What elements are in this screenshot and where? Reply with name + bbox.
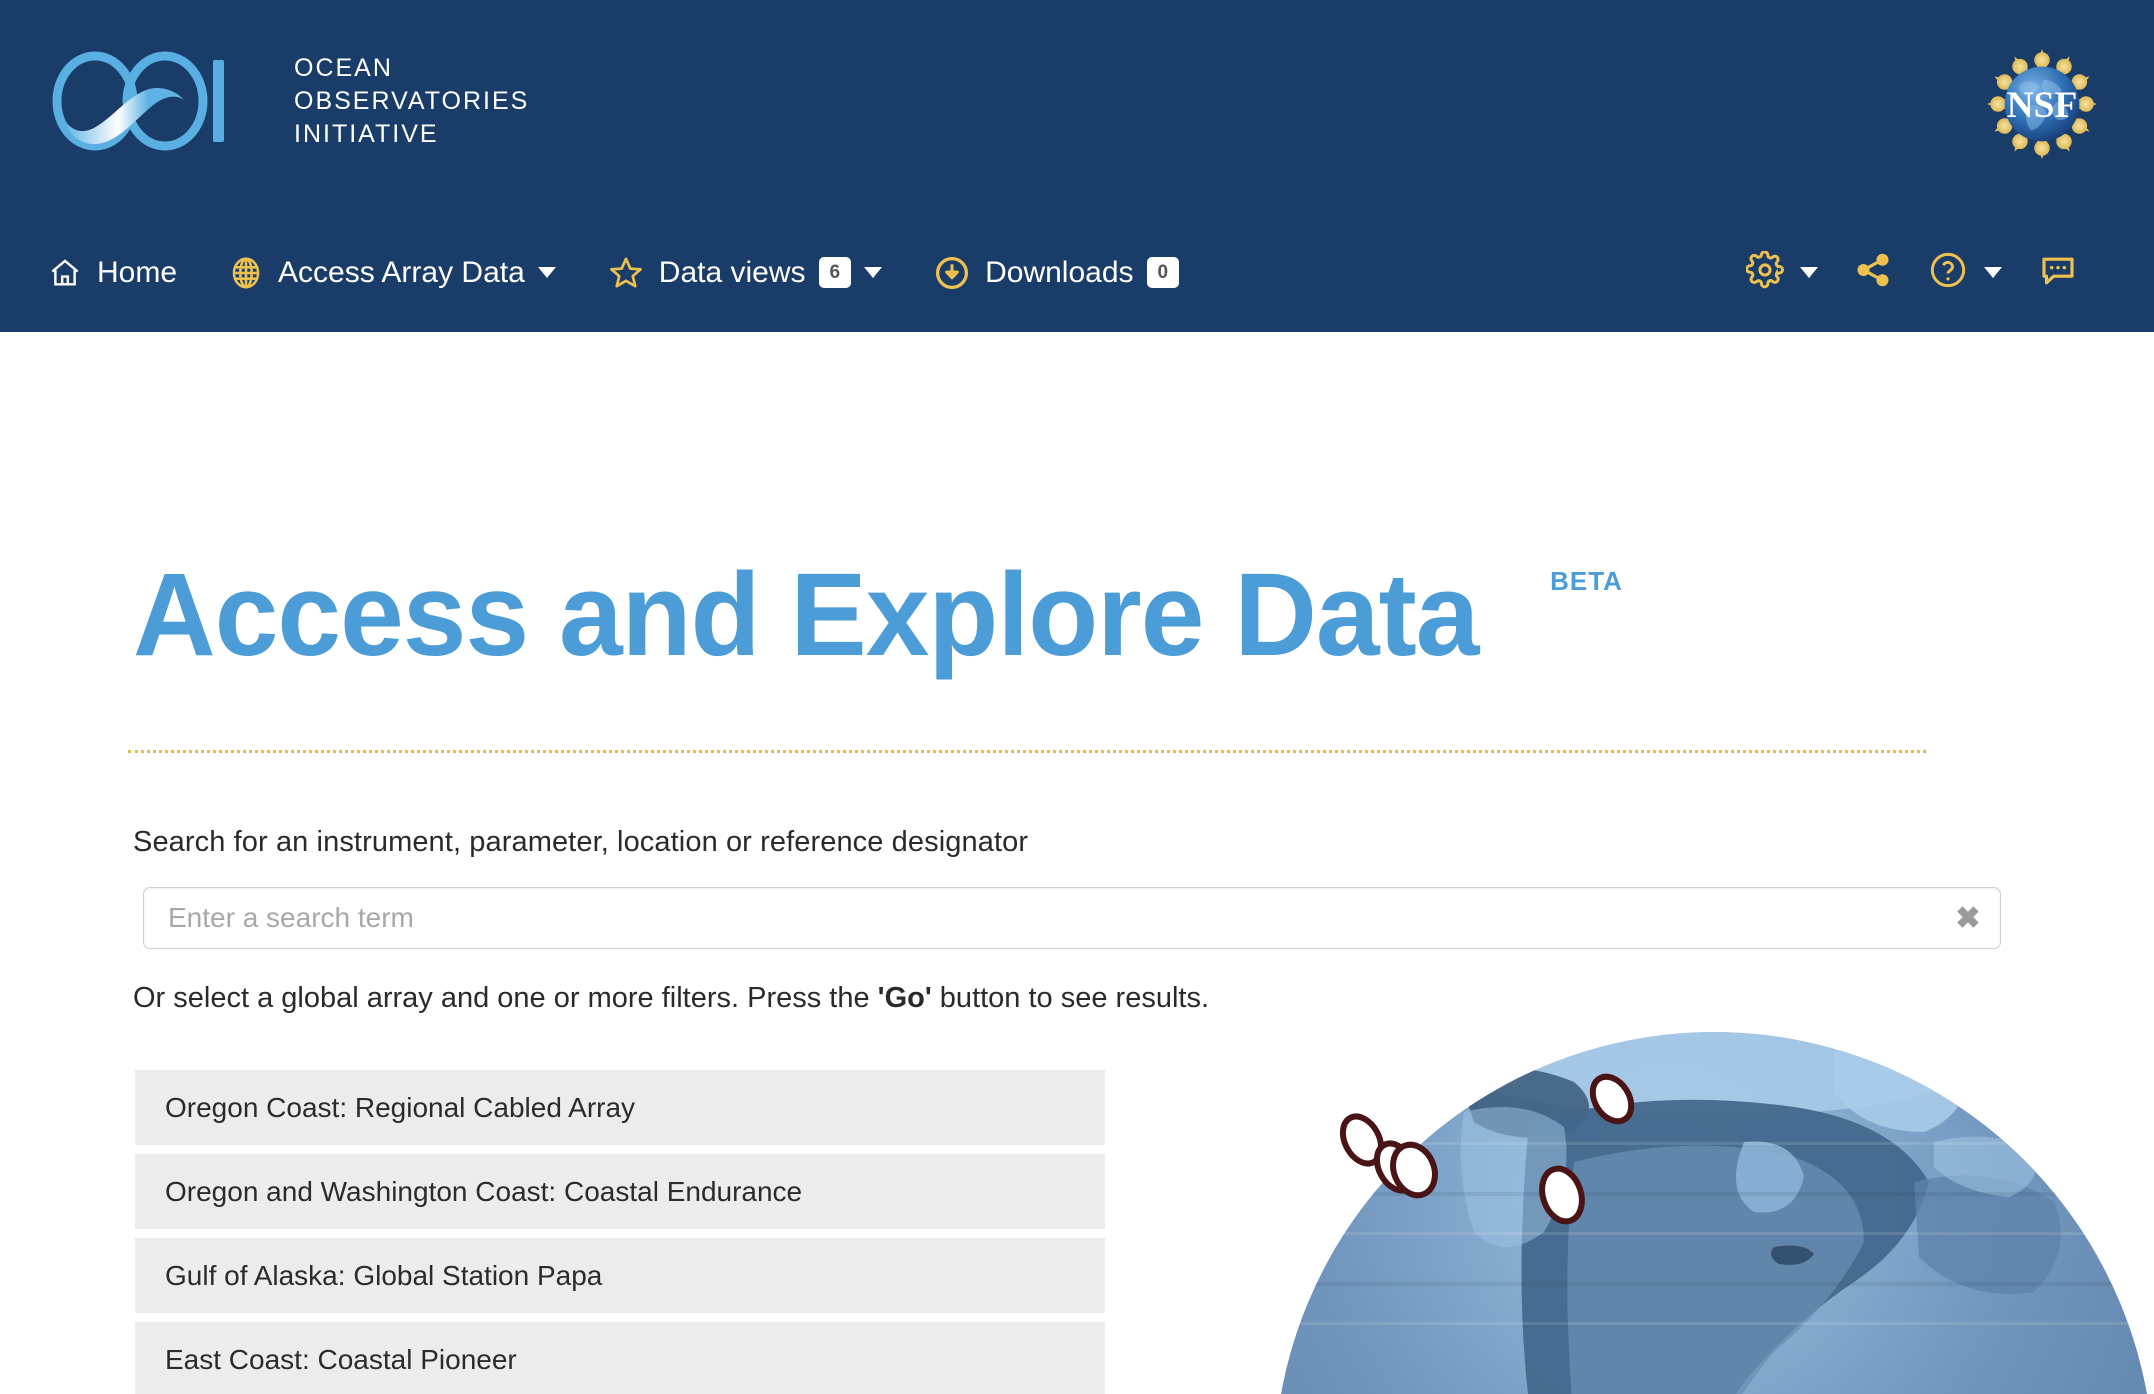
brand-line-1: OCEAN	[294, 53, 393, 82]
gear-icon	[1745, 250, 1784, 294]
nav-item-downloads[interactable]: Downloads 0	[908, 213, 1205, 332]
page-bottom-cutoff	[0, 1390, 2154, 1394]
chevron-down-icon-settings[interactable]	[1800, 267, 1818, 278]
chevron-down-icon-access-array[interactable]	[537, 267, 556, 278]
array-list-item-regional-cabled[interactable]: Oregon Coast: Regional Cabled Array	[135, 1070, 1105, 1145]
ooi-infinity-logo	[52, 51, 224, 151]
feedback-button[interactable]	[2020, 213, 2096, 332]
array-list-item-global-station-papa[interactable]: Gulf of Alaska: Global Station Papa	[135, 1238, 1105, 1313]
array-item-label: Oregon and Washington Coast: Coastal End…	[165, 1175, 803, 1207]
downloads-count-badge: 0	[1146, 257, 1180, 288]
ooi-brand-logo[interactable]: OCEAN OBSERVATORIES INITIATIVE	[48, 48, 529, 154]
chevron-down-icon-data-views[interactable]	[864, 267, 883, 278]
help-button[interactable]	[1910, 213, 2020, 332]
nav-label-access-array-data: Access Array Data	[278, 255, 525, 289]
marker-station-papa[interactable]	[1386, 1138, 1443, 1201]
globe-grid-icon	[229, 256, 263, 290]
nav-item-access-array-data[interactable]: Access Array Data	[203, 213, 582, 332]
marker-regional-cabled[interactable]	[1335, 1110, 1388, 1170]
brand-line-3: INITIATIVE	[294, 119, 439, 148]
filter-instruction-suffix: button to see results.	[931, 982, 1210, 1014]
marker-coastal-pioneer[interactable]	[1536, 1163, 1589, 1226]
chevron-down-icon-help[interactable]	[1984, 267, 2002, 278]
nav-label-home: Home	[97, 255, 178, 289]
search-box[interactable]: ✖	[143, 887, 2001, 949]
data-views-count-badge: 6	[818, 257, 852, 288]
array-list-item-coastal-endurance[interactable]: Oregon and Washington Coast: Coastal End…	[135, 1154, 1105, 1229]
star-icon	[608, 255, 644, 291]
page-title-row: Access and Explore Data BETA	[133, 556, 1623, 674]
array-item-label: Gulf of Alaska: Global Station Papa	[165, 1259, 603, 1291]
main-content: Access and Explore Data BETA Search for …	[0, 332, 2154, 1394]
marker-coastal-endurance[interactable]	[1369, 1137, 1422, 1197]
nav-label-downloads: Downloads	[985, 255, 1134, 289]
share-button[interactable]	[1836, 213, 1910, 332]
filter-instruction-emphasis: 'Go'	[877, 982, 932, 1014]
clear-x-icon[interactable]: ✖	[1936, 888, 2000, 948]
array-item-label: East Coast: Coastal Pioneer	[165, 1343, 517, 1375]
section-divider	[128, 750, 1926, 753]
brand-line-2: OBSERVATORIES	[294, 86, 530, 115]
nsf-globe-logo[interactable]: NSF	[1976, 38, 2108, 170]
nav-item-home[interactable]: Home	[22, 213, 203, 332]
feedback-chat-icon	[2038, 250, 2078, 295]
ooi-brand-name: OCEAN OBSERVATORIES INITIATIVE	[294, 52, 529, 151]
filter-instruction: Or select a global array and one or more…	[133, 982, 1209, 1015]
page-title: Access and Explore Data	[133, 549, 1479, 681]
nsf-wordmark: NSF	[2007, 85, 2078, 126]
help-circle-icon	[1928, 250, 1968, 295]
marker-irminger-sea[interactable]	[1585, 1070, 1639, 1129]
share-icon	[1854, 251, 1892, 294]
search-label: Search for an instrument, parameter, loc…	[133, 826, 1029, 858]
array-location-markers	[1335, 1070, 1639, 1226]
nav-item-data-views[interactable]: Data views 6	[582, 213, 908, 332]
settings-button[interactable]	[1728, 213, 1836, 332]
global-array-list: Oregon Coast: Regional Cabled Array Oreg…	[135, 1070, 1105, 1394]
search-input[interactable]	[144, 902, 1936, 934]
site-header: OCEAN OBSERVATORIES INITIATIVE NSF	[0, 0, 2154, 213]
home-icon	[48, 256, 82, 290]
navbar-right-group	[1728, 213, 2154, 332]
beta-badge: BETA	[1550, 566, 1623, 596]
navbar-left-group: Home Access Array Data Data views 6 Down…	[0, 213, 1205, 332]
globe-illustration	[1274, 1002, 2154, 1394]
download-circle-icon	[934, 255, 970, 291]
filter-instruction-prefix: Or select a global array and one or more…	[133, 982, 878, 1014]
main-navbar: Home Access Array Data Data views 6 Down…	[0, 213, 2154, 332]
array-item-label: Oregon Coast: Regional Cabled Array	[165, 1091, 636, 1123]
earth-north-america-map	[1274, 1032, 2154, 1394]
nav-label-data-views: Data views	[658, 255, 806, 289]
array-list-item-coastal-pioneer[interactable]: East Coast: Coastal Pioneer	[135, 1322, 1105, 1394]
